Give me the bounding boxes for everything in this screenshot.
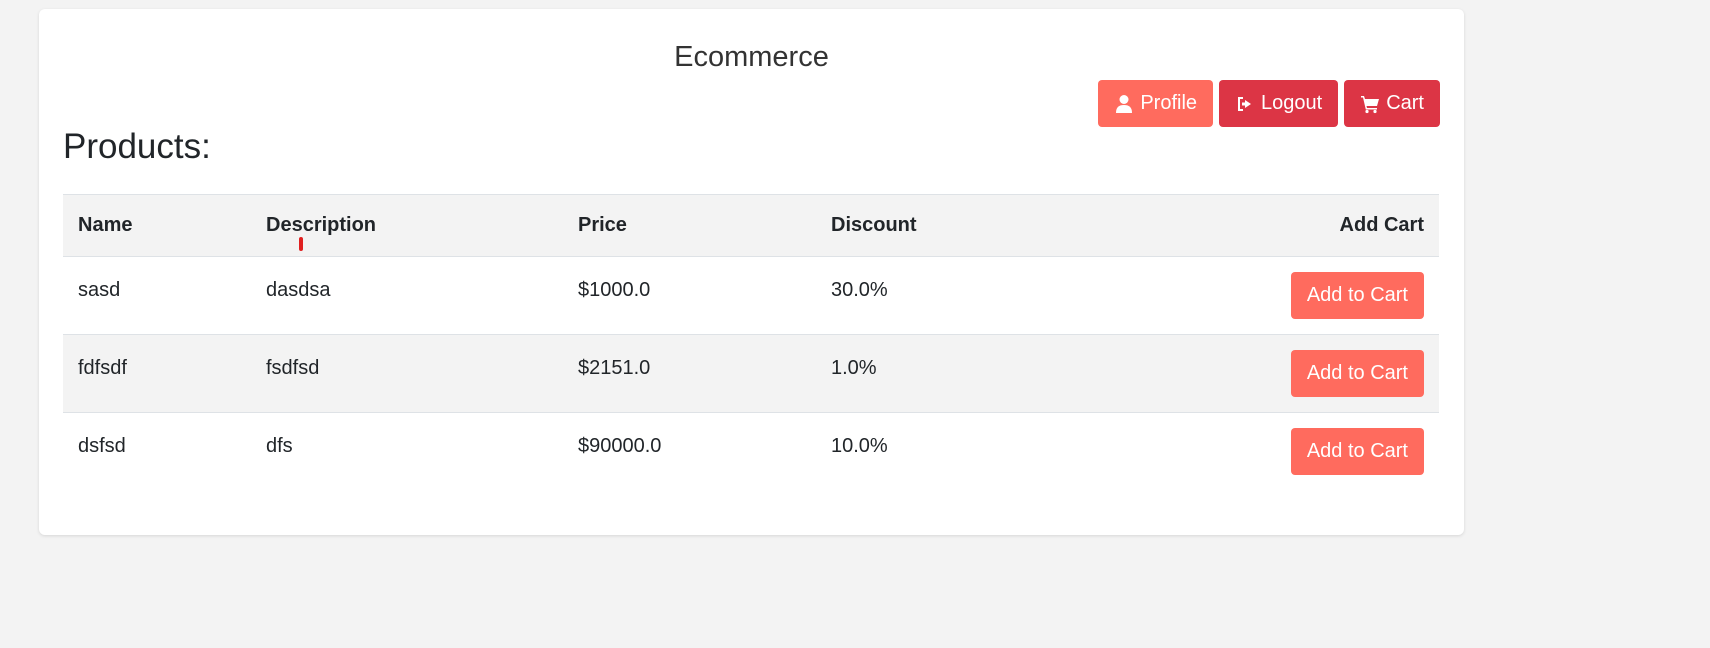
- logout-button-label: Logout: [1261, 92, 1323, 114]
- table-row: dsfsd dfs $90000.0 10.0% Add to Cart: [63, 413, 1439, 491]
- add-cart-cell: Add to Cart: [1074, 335, 1439, 413]
- add-cart-cell: Add to Cart: [1074, 257, 1439, 335]
- profile-button[interactable]: Profile: [1098, 80, 1214, 127]
- product-discount: 10.0%: [831, 435, 888, 457]
- add-to-cart-button[interactable]: Add to Cart: [1290, 272, 1424, 319]
- cart-button-label: Cart: [1386, 92, 1424, 114]
- shopping-cart-icon: [1361, 95, 1380, 113]
- product-name: dsfsd: [78, 435, 126, 457]
- app-title: Ecommerce: [674, 41, 829, 73]
- product-price: $2151.0: [578, 357, 651, 379]
- logout-button[interactable]: Logout: [1219, 80, 1339, 127]
- profile-button-label: Profile: [1140, 92, 1198, 114]
- product-price: $1000.0: [578, 279, 651, 301]
- table-row: sasd dasdsa $1000.0 30.0% Add to Cart: [63, 257, 1439, 335]
- product-name: fdfsdf: [78, 357, 127, 379]
- table-header: Name Description Price Discount Add Cart: [63, 194, 1439, 257]
- add-to-cart-button[interactable]: Add to Cart: [1290, 428, 1424, 475]
- cart-button[interactable]: Cart: [1344, 80, 1440, 127]
- text-cursor-marker: [299, 237, 303, 251]
- column-header-description: Description: [266, 214, 377, 236]
- product-discount: 1.0%: [831, 357, 877, 379]
- product-description: fsdfsd: [266, 357, 320, 379]
- table-header-row: Name Description Price Discount Add Cart: [63, 194, 1439, 257]
- add-cart-cell: Add to Cart: [1074, 413, 1439, 491]
- sign-out-icon: [1238, 96, 1252, 111]
- table-body: sasd dasdsa $1000.0 30.0% Add to Cart fd…: [63, 257, 1439, 491]
- products-heading: Products:: [63, 127, 211, 166]
- column-header-price: Price: [578, 214, 627, 236]
- product-name: sasd: [78, 279, 121, 301]
- add-to-cart-button[interactable]: Add to Cart: [1290, 350, 1424, 397]
- product-discount: 30.0%: [831, 279, 888, 301]
- product-price: $90000.0: [578, 435, 662, 457]
- product-description: dfs: [266, 435, 293, 457]
- column-header-discount: Discount: [831, 214, 917, 236]
- user-icon: [1116, 94, 1133, 113]
- products-table: Name Description Price Discount Add Cart…: [63, 194, 1439, 491]
- product-description: dasdsa: [266, 279, 331, 301]
- main-card: Ecommerce Profile Logout Cart Products: …: [39, 9, 1464, 535]
- table-row: fdfsdf fsdfsd $2151.0 1.0% Add to Cart: [63, 334, 1439, 413]
- column-header-add-cart: Add Cart: [1339, 214, 1424, 236]
- header-actions: Profile Logout Cart: [1098, 80, 1440, 127]
- column-header-name: Name: [78, 214, 133, 236]
